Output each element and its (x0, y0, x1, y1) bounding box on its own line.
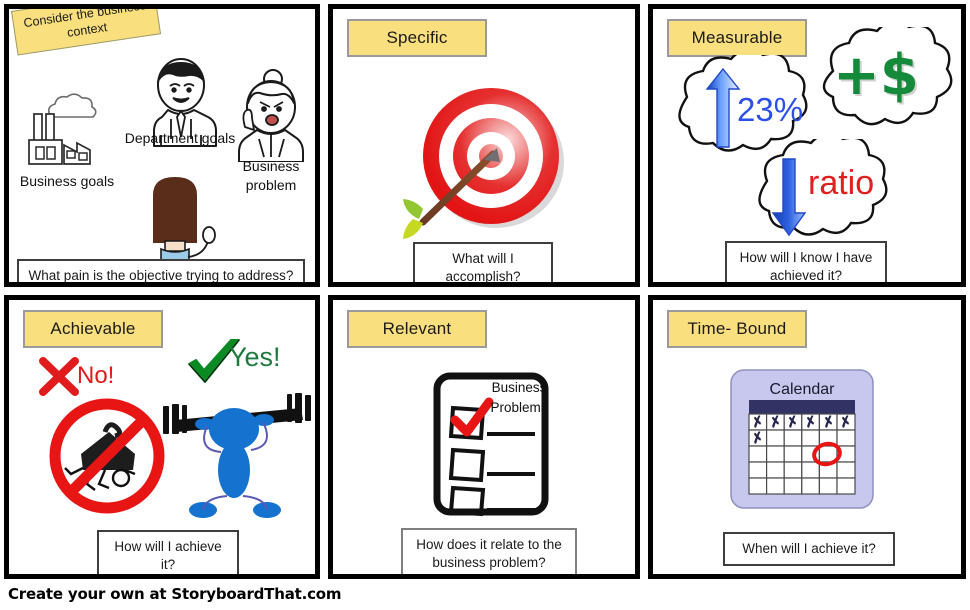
ratio-cloud-text: ratio (808, 164, 875, 202)
target-dartboard-icon (401, 64, 581, 239)
panel-measurable[interactable]: Measurable 23% +$ ratio How will I know … (648, 4, 966, 287)
woman-raising-hand-figure (127, 177, 237, 272)
panel-title-time-bound: Time- Bound (667, 310, 807, 348)
checklist-heading: Business Problems (481, 378, 557, 417)
caption-time-bound: When will I achieve it? (723, 532, 895, 567)
panel-relevant[interactable]: Relevant Business Problems How does it r… (328, 295, 640, 579)
panel-title-measurable: Measurable (667, 19, 807, 57)
caption-relevant: How does it relate to the business probl… (401, 528, 577, 574)
yes-label: Yes! (229, 342, 281, 372)
checklist-heading-line1: Business (491, 380, 547, 395)
panel-title-achievable: Achievable (23, 310, 163, 348)
caption-specific: What will I accomplish? (413, 242, 553, 282)
panel-business-context[interactable]: Consider the business context Business g… (4, 4, 320, 287)
storyboard-grid: Consider the business context Business g… (0, 0, 970, 583)
footer-attribution: Create your own at StoryboardThat.com (8, 585, 342, 603)
no-label: No! (77, 362, 115, 389)
angry-woman-figure (231, 67, 313, 162)
calendar-heading: Calendar (770, 381, 836, 398)
panel-title-relevant: Relevant (347, 310, 487, 348)
checklist-heading-line2: Problems (490, 399, 548, 415)
caption-achievable: How will I achieve it? (97, 530, 239, 574)
panel-specific[interactable]: Specific What will I accomplish? (328, 4, 640, 287)
calendar-icon: Calendar ✗ ✗ ✗ ✗ ✗ ✗ ✗ (729, 368, 875, 510)
sticky-note-business-context: Consider the business context (11, 9, 162, 56)
label-department-goals: Department goals (124, 130, 236, 146)
panel-title-specific: Specific (347, 19, 487, 57)
panel-time-bound[interactable]: Time- Bound Calendar ✗ ✗ ✗ ✗ ✗ ✗ ✗ When … (648, 295, 966, 579)
panel-achievable[interactable]: Achievable No! Yes! How will I achieve i… (4, 295, 320, 579)
x-mark-icon (37, 356, 81, 398)
weightlifter-figure-icon (157, 384, 315, 524)
prohibition-sign-icon (47, 396, 167, 516)
money-cloud-text: +$ (833, 43, 919, 108)
percent-cloud-text: 23% (737, 91, 804, 128)
factory-icon (21, 87, 107, 173)
caption-business-context: What pain is the objective trying to add… (17, 259, 305, 282)
caption-measurable: How will I know I have achieved it? (725, 241, 887, 282)
label-business-goals: Business goals (19, 173, 115, 189)
